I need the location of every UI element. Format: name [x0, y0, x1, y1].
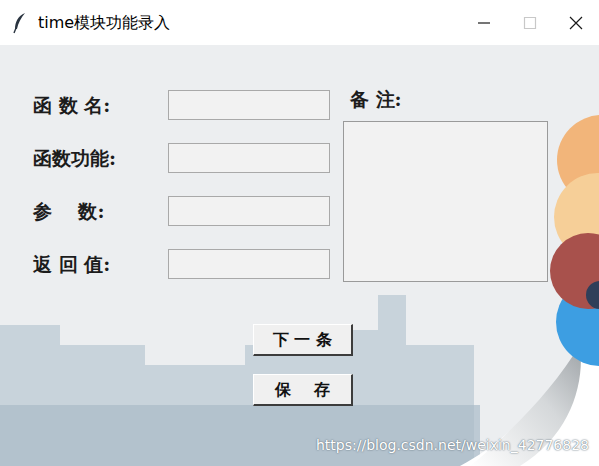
title-bar: time模块功能录入 — [0, 0, 599, 45]
next-button[interactable]: 下 一 条 — [253, 324, 353, 356]
notes-label: 备 注: — [343, 88, 548, 116]
button-list: 下 一 条保 存 — [33, 324, 599, 406]
close-icon — [568, 15, 584, 31]
notes-textarea[interactable] — [343, 121, 548, 282]
field-row: 函 数 名: — [33, 90, 330, 120]
app-window: time模块功能录入 — [0, 0, 599, 466]
field-input[interactable] — [168, 143, 330, 173]
field-label: 函 数 名: — [33, 94, 168, 117]
form-area: 函 数 名: 函数功能: 参 数: 返 回 值: 备 注: 下 一 条保 存 http… — [0, 45, 599, 466]
field-input[interactable] — [168, 90, 330, 120]
maximize-button — [507, 0, 553, 45]
notes-panel: 备 注: — [343, 88, 548, 282]
field-label: 参 数: — [33, 200, 168, 223]
field-label: 返 回 值: — [33, 253, 168, 276]
feather-icon — [12, 12, 28, 34]
watermark: https://blog.csdn.net/weixin_42776828 — [316, 435, 589, 456]
field-input[interactable] — [168, 249, 330, 279]
form-content: 函 数 名: 函数功能: 参 数: 返 回 值: 备 注: 下 一 条保 存 — [0, 45, 599, 406]
field-label: 函数功能: — [33, 147, 168, 170]
minimize-icon — [476, 15, 492, 31]
window-title: time模块功能录入 — [38, 11, 170, 35]
close-button[interactable] — [553, 0, 599, 45]
field-list: 函 数 名: 函数功能: 参 数: 返 回 值: — [33, 90, 330, 279]
maximize-icon — [522, 15, 538, 31]
minimize-button[interactable] — [461, 0, 507, 45]
field-input[interactable] — [168, 196, 330, 226]
save-button[interactable]: 保 存 — [253, 374, 353, 406]
field-row: 返 回 值: — [33, 249, 330, 279]
field-row: 函数功能: — [33, 143, 330, 173]
field-row: 参 数: — [33, 196, 330, 226]
window-controls — [461, 0, 599, 45]
